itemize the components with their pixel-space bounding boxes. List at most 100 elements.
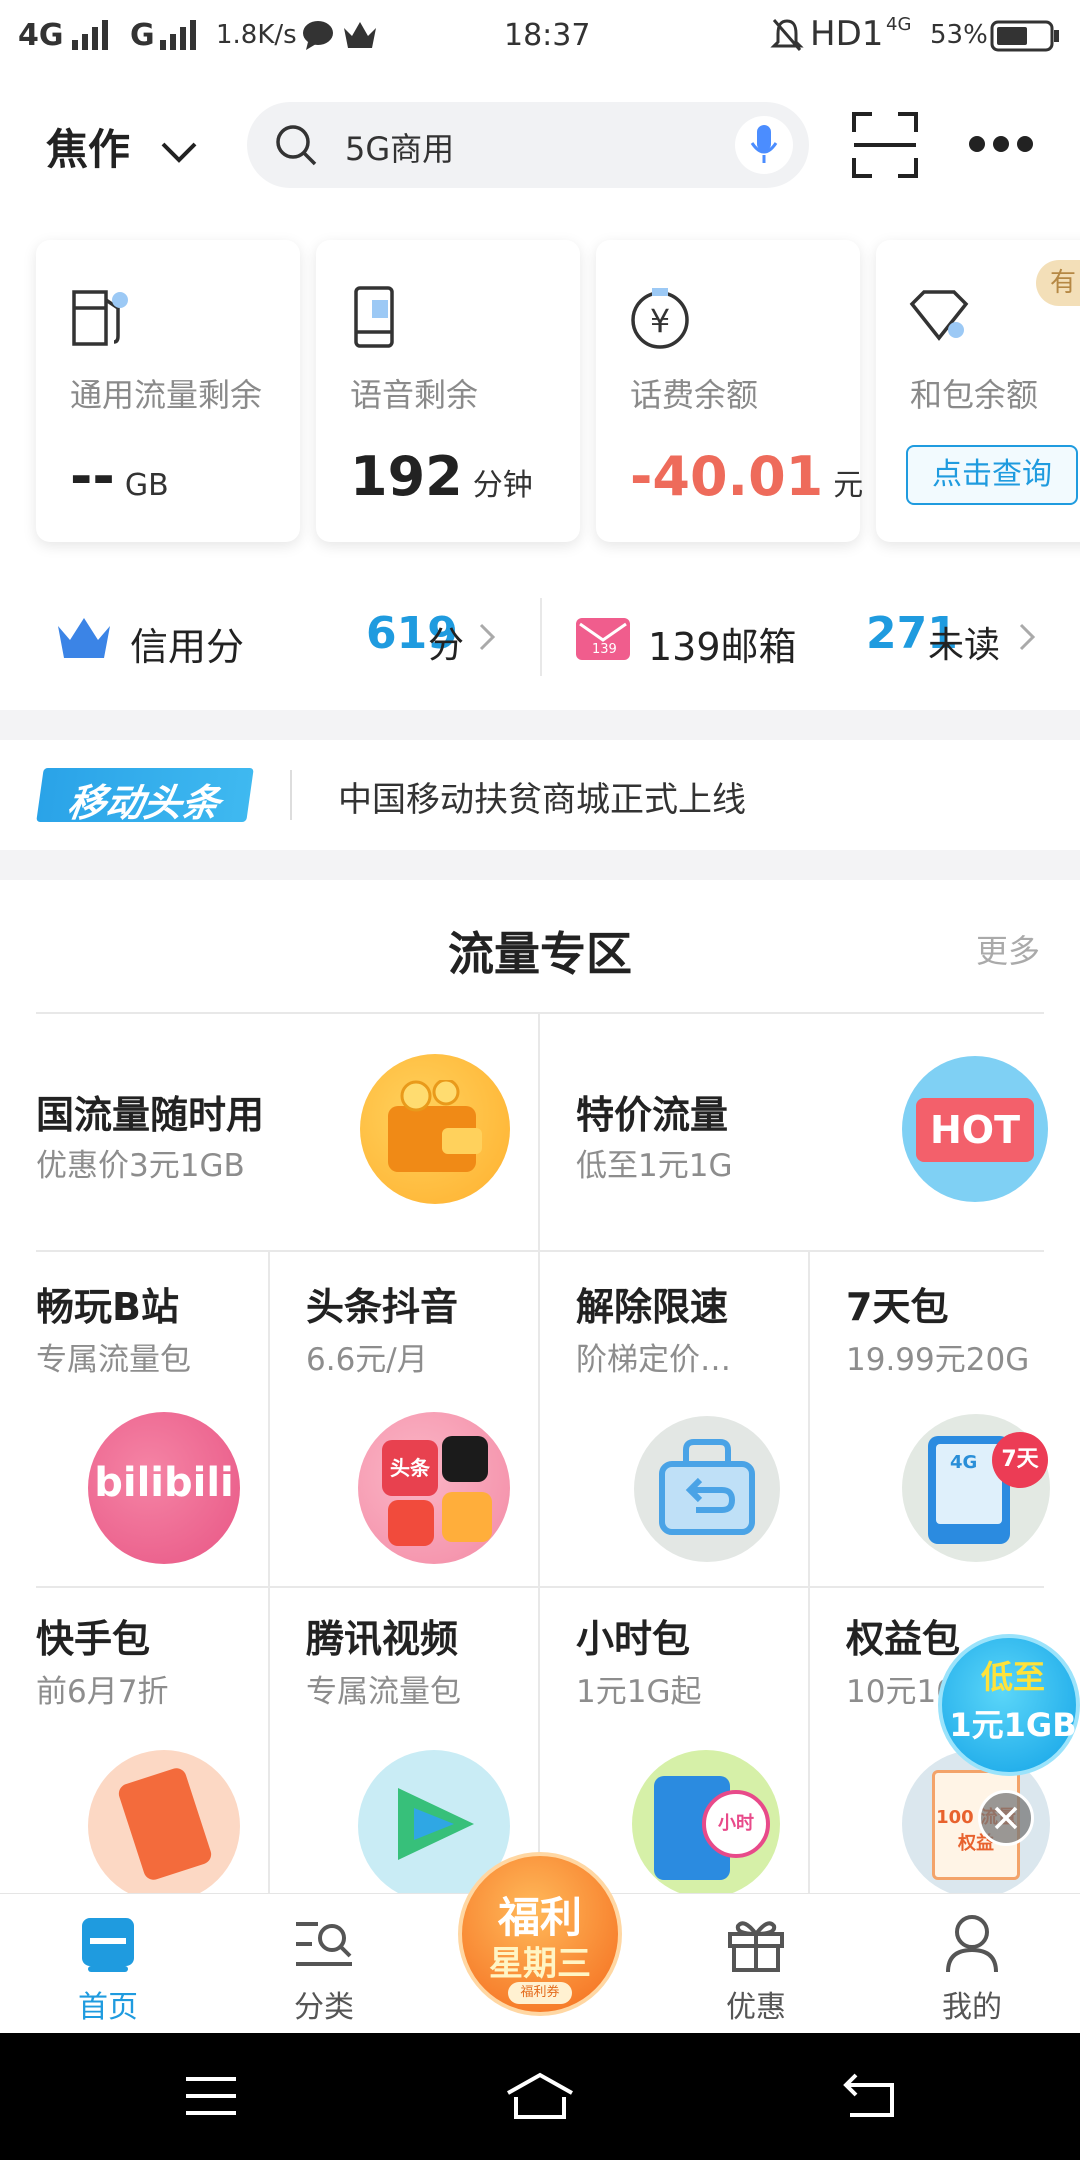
app-logo bbox=[388, 1500, 434, 1546]
promo-tencent-video[interactable]: 腾讯视频 专属流量包 bbox=[306, 1588, 538, 1902]
microphone-icon bbox=[750, 125, 778, 163]
cell-subtitle: 专属流量包 bbox=[36, 1342, 191, 1378]
voice-search-button[interactable] bbox=[735, 116, 793, 174]
kuaishou-icon bbox=[88, 1750, 240, 1902]
bilibili-logo-text: bilibili bbox=[94, 1460, 234, 1506]
more-options-icon[interactable] bbox=[968, 134, 1034, 154]
city-selector[interactable]: 焦作 bbox=[46, 116, 199, 177]
voice-balance-card[interactable]: 语音剩余 192 分钟 bbox=[316, 240, 580, 542]
cell-title: 国流量随时用 bbox=[36, 1093, 265, 1137]
news-brand: 移动头条 bbox=[64, 781, 223, 825]
promo-remove-throttle[interactable]: 解除限速 阶梯定价… bbox=[576, 1252, 808, 1586]
battery-icon bbox=[990, 20, 1059, 52]
signal-icon bbox=[72, 20, 108, 50]
cell-title: 腾讯视频 bbox=[306, 1617, 459, 1661]
news-headline[interactable]: 中国移动扶贫商城正式上线 bbox=[338, 772, 746, 821]
cell-subtitle: 6.6元/月 bbox=[306, 1342, 428, 1378]
promo-special-data[interactable]: 特价流量 低至1元1G HOT bbox=[576, 1014, 1048, 1250]
card-value: 192 分钟 bbox=[350, 445, 533, 508]
section-separator bbox=[0, 710, 1080, 740]
tab-home[interactable]: 首页 bbox=[0, 1894, 216, 2034]
tab-profile[interactable]: 我的 bbox=[864, 1894, 1080, 2034]
grid-divider bbox=[808, 1252, 810, 1900]
promo-7-day-pack[interactable]: 7天包 19.99元20G 4G 7天 bbox=[846, 1252, 1080, 1586]
yen-coin-icon: ¥ bbox=[631, 288, 689, 349]
bilibili-icon: bilibili bbox=[88, 1412, 240, 1564]
cell-subtitle: 前6月7折 bbox=[36, 1674, 169, 1710]
credit-score-item[interactable]: 信用分 619 分 bbox=[0, 590, 540, 690]
cell-subtitle: 阶梯定价… bbox=[576, 1342, 731, 1378]
section-title: 流量专区 bbox=[448, 927, 632, 981]
bill-unit: 元 bbox=[833, 468, 864, 503]
data-unit: GB bbox=[124, 468, 169, 503]
douyin-logo bbox=[442, 1436, 488, 1482]
signal-icon-2 bbox=[160, 20, 196, 50]
battery-percent: 53% bbox=[930, 20, 988, 50]
tab-category[interactable]: 分类 bbox=[216, 1894, 432, 2034]
hot-badge: HOT bbox=[916, 1098, 1034, 1162]
system-nav-bar bbox=[0, 2033, 1080, 2160]
bill-value: -40.01 bbox=[630, 445, 824, 508]
promo-line2: 星期三 bbox=[489, 1944, 591, 1984]
wallet-card[interactable]: 和包余额 点击查询 有 bbox=[876, 240, 1080, 542]
news-brand-logo: 移动头条 bbox=[36, 768, 254, 825]
home-nav-icon[interactable] bbox=[506, 2071, 574, 2121]
cell-title: 7天包 bbox=[846, 1285, 949, 1329]
gift-icon bbox=[728, 1921, 784, 1972]
chevron-down-icon bbox=[161, 142, 197, 163]
tab-offers[interactable]: 优惠 bbox=[648, 1894, 864, 2034]
back-icon[interactable] bbox=[842, 2073, 898, 2119]
hd-label: HD1 bbox=[810, 14, 884, 54]
promo-hourly-pack[interactable]: 小时包 1元1G起 小时 bbox=[576, 1588, 808, 1900]
cell-title: 畅玩B站 bbox=[36, 1285, 179, 1329]
fuel-pump-icon bbox=[72, 290, 128, 346]
promo-bilibili[interactable]: 畅玩B站 专属流量包 bilibili bbox=[36, 1252, 268, 1586]
tab-label: 优惠 bbox=[726, 1990, 786, 2025]
account-cards: 通用流量剩余 -- GB 语音剩余 192 分钟 ¥ 话费余额 -40.01 元 和包… bbox=[0, 240, 1080, 550]
mail-label: 139邮箱 bbox=[648, 625, 797, 669]
crown-icon bbox=[344, 22, 376, 48]
card-label: 通用流量剩余 bbox=[70, 376, 263, 414]
data-balance-card[interactable]: 通用流量剩余 -- GB bbox=[36, 240, 300, 542]
tab-promo[interactable]: 福利 星期三 福利券 bbox=[432, 1852, 648, 2034]
menu-icon[interactable] bbox=[186, 2075, 236, 2117]
search-input[interactable]: 5G商用 bbox=[345, 124, 454, 170]
mail-icon: 139 bbox=[576, 618, 630, 660]
tab-label: 我的 bbox=[942, 1990, 1002, 2025]
user-icon bbox=[946, 1915, 998, 1973]
search-bar[interactable]: 5G商用 bbox=[247, 102, 809, 188]
unlock-bag-icon bbox=[634, 1416, 780, 1562]
network-speed: 1.8K/s bbox=[216, 20, 297, 50]
cell-title: 快手包 bbox=[36, 1617, 151, 1661]
promo-kuaishou[interactable]: 快手包 前6月7折 bbox=[36, 1588, 268, 1902]
close-ad-button[interactable] bbox=[978, 1790, 1034, 1846]
toutiao-logo: 头条 bbox=[382, 1440, 438, 1496]
voice-unit: 分钟 bbox=[472, 468, 533, 503]
promo-toutiao-douyin[interactable]: 头条抖音 6.6元/月 头条 bbox=[306, 1252, 538, 1586]
network-label: 4G bbox=[18, 18, 64, 53]
search-icon bbox=[276, 125, 317, 166]
phone-shape bbox=[116, 1765, 214, 1883]
tab-label: 首页 bbox=[78, 1990, 138, 2025]
mail-unread-label: 未读 bbox=[928, 625, 1001, 666]
crown-icon bbox=[58, 618, 110, 658]
app-logo bbox=[442, 1492, 492, 1542]
phone-icon bbox=[354, 286, 394, 348]
badge: 有 bbox=[1036, 260, 1080, 306]
network-badge: 4G bbox=[950, 1452, 978, 1473]
close-icon bbox=[994, 1806, 1018, 1830]
card-label: 话费余额 bbox=[630, 376, 759, 414]
promo-national-data[interactable]: 国流量随时用 优惠价3元1GB bbox=[36, 1014, 538, 1250]
mailbox-item[interactable]: 139 139邮箱 271 未读 bbox=[544, 590, 1080, 690]
phone-bill-card[interactable]: ¥ 话费余额 -40.01 元 bbox=[596, 240, 863, 542]
card-value: -40.01 元 bbox=[630, 445, 863, 508]
hot-icon: HOT bbox=[902, 1056, 1048, 1202]
grid-divider bbox=[268, 1252, 270, 1900]
more-link[interactable]: 更多 bbox=[976, 926, 1040, 972]
status-bar: 4G G 1.8K/s 18:37 HD1 4G 53% bbox=[0, 0, 1080, 72]
query-balance-button[interactable]: 点击查询 bbox=[906, 445, 1078, 505]
news-ticker[interactable]: 移动头条 中国移动扶贫商城正式上线 bbox=[0, 740, 1080, 850]
scan-icon[interactable] bbox=[852, 112, 918, 178]
wallet-icon bbox=[360, 1054, 510, 1204]
floating-ad[interactable]: 低至 1元1GB bbox=[938, 1634, 1080, 1776]
